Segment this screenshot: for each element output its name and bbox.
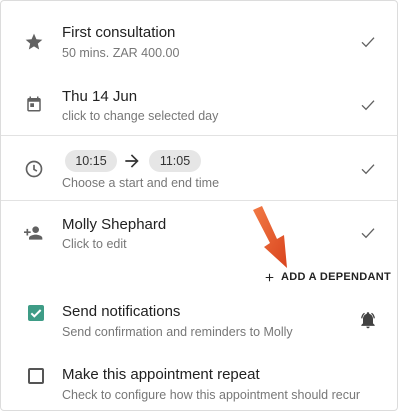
star-icon	[23, 31, 45, 53]
client-subtitle: Click to edit	[62, 237, 127, 251]
date-row[interactable]: Thu 14 Jun click to change selected day	[1, 71, 397, 135]
check-icon	[358, 32, 378, 52]
calendar-icon	[23, 93, 45, 115]
start-time-chip[interactable]: 10:15	[65, 150, 117, 172]
repeat-subtitle: Check to configure how this appointment …	[62, 388, 361, 402]
repeat-row: Make this appointment repeat Check to co…	[1, 351, 397, 410]
notifications-row: Send notifications Send confirmation and…	[1, 291, 397, 351]
notifications-checkbox[interactable]	[28, 305, 44, 321]
check-icon	[358, 223, 378, 243]
time-subtitle: Choose a start and end time	[62, 176, 220, 190]
clock-icon	[23, 158, 45, 180]
arrow-right-icon	[122, 151, 142, 171]
add-dependant-button[interactable]: ADD A DEPENDANT	[263, 268, 391, 286]
person-add-icon	[23, 222, 45, 244]
date-subtitle: click to change selected day	[62, 109, 219, 123]
service-row[interactable]: First consultation 50 mins. ZAR 400.00	[1, 1, 397, 71]
plus-icon	[265, 273, 274, 281]
pointer-arrow-icon	[247, 206, 293, 270]
check-icon	[358, 159, 378, 179]
service-subtitle: 50 mins. ZAR 400.00	[62, 46, 180, 60]
repeat-checkbox[interactable]	[28, 368, 44, 384]
appointment-form: First consultation 50 mins. ZAR 400.00 T…	[0, 0, 398, 411]
service-title: First consultation	[62, 24, 176, 41]
add-dependant-label: ADD A DEPENDANT	[281, 271, 392, 283]
check-icon	[358, 95, 378, 115]
time-row: 10:15 11:05 Choose a start and end time	[1, 136, 397, 200]
date-title: Thu 14 Jun	[62, 88, 138, 105]
notifications-subtitle: Send confirmation and reminders to Molly	[62, 325, 293, 339]
notifications-title: Send notifications	[62, 303, 181, 320]
bell-ring-icon[interactable]	[358, 310, 378, 330]
repeat-title: Make this appointment repeat	[62, 366, 260, 383]
end-time-chip[interactable]: 11:05	[149, 150, 201, 172]
client-name: Molly Shephard	[62, 216, 167, 233]
